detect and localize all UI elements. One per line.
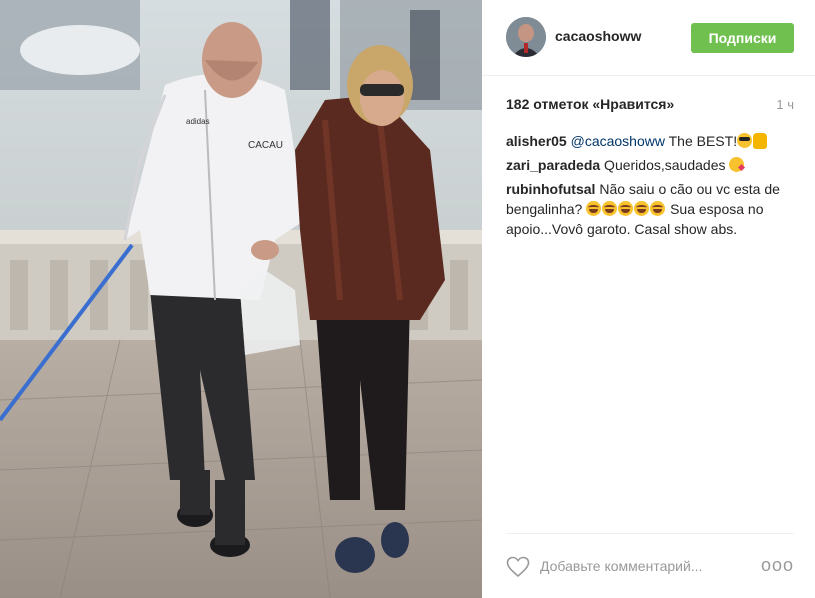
- photo-illustration: CACAU adidas: [0, 0, 482, 598]
- laughing-emoji-icon: [650, 201, 666, 216]
- post-details-panel: cacaoshoww Подписки 182 отметок «Нравитс…: [482, 0, 815, 598]
- comment-mention[interactable]: @cacaoshoww: [571, 133, 665, 149]
- post-timestamp[interactable]: 1 ч: [776, 97, 794, 112]
- follow-button[interactable]: Подписки: [691, 23, 794, 53]
- comment-username[interactable]: alisher05: [506, 133, 567, 149]
- likes-row: 182 отметок «Нравится» 1 ч: [506, 96, 794, 114]
- post-photo[interactable]: CACAU adidas: [0, 0, 482, 598]
- post-username[interactable]: cacaoshoww: [555, 28, 641, 44]
- comment-username[interactable]: zari_paradeda: [506, 157, 600, 173]
- comment-item: zari_paradeda Queridos,saudades: [506, 155, 798, 175]
- kiss-emoji-icon: [729, 157, 745, 172]
- comment-item: alisher05 @cacaoshoww The BEST!: [506, 131, 798, 151]
- heart-icon[interactable]: [506, 556, 530, 578]
- avatar[interactable]: [506, 17, 546, 57]
- comment-item: rubinhofutsal Não saiu o cão ou vc esta …: [506, 179, 798, 239]
- laughing-emoji-icon: [602, 201, 618, 216]
- post-footer: ooo: [506, 533, 794, 598]
- likes-count[interactable]: 182 отметок «Нравится»: [506, 96, 674, 112]
- avatar-image: [506, 17, 546, 57]
- comment-text: Queridos,saudades: [600, 157, 730, 173]
- comments-list: alisher05 @cacaoshoww The BEST! zari_par…: [506, 131, 798, 243]
- comment-username[interactable]: rubinhofutsal: [506, 181, 595, 197]
- laughing-emoji-icon: [618, 201, 634, 216]
- post-header: cacaoshoww Подписки: [482, 0, 815, 76]
- comment-input[interactable]: [540, 555, 750, 577]
- comment-text: The BEST!: [664, 133, 738, 149]
- thumbs-up-emoji-icon: [753, 133, 768, 149]
- laughing-emoji-icon: [586, 201, 602, 216]
- laughing-emoji-icon: [634, 201, 650, 216]
- cool-emoji-icon: [737, 133, 753, 148]
- more-options-icon[interactable]: ooo: [761, 556, 794, 574]
- jacket-text: CACAU: [248, 140, 283, 151]
- jacket-brand-text: adidas: [186, 117, 210, 126]
